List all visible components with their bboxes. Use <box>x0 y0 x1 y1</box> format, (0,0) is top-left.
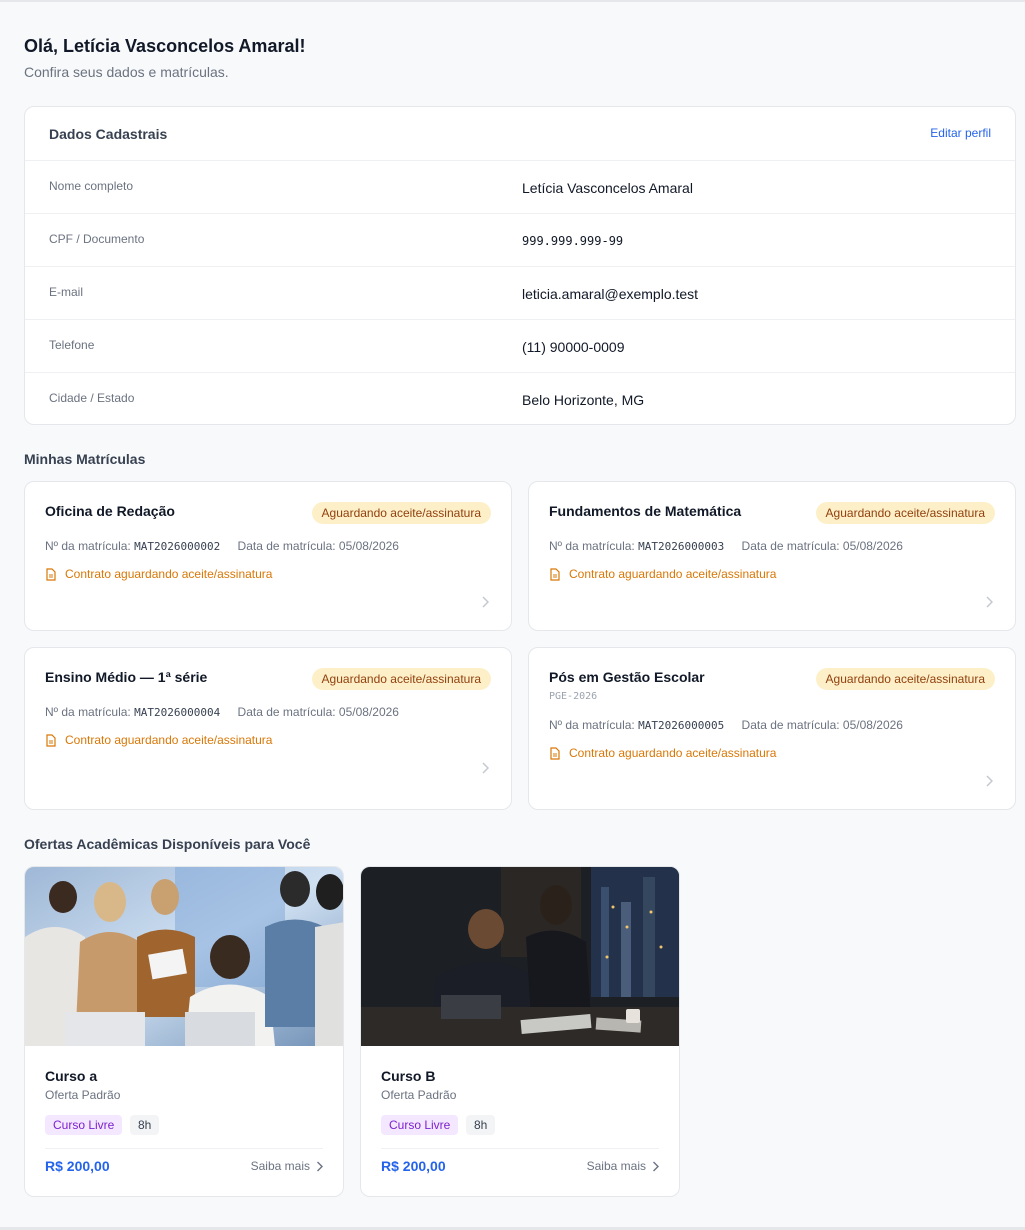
learn-more-label: Saiba mais <box>250 1159 310 1173</box>
field-row-full-name: Nome completo Letícia Vasconcelos Amaral <box>25 161 1015 214</box>
profile-card-header: Dados Cadastrais Editar perfil <box>25 107 1015 161</box>
field-label: E-mail <box>49 285 84 299</box>
field-row-phone: Telefone (11) 90000-0009 <box>25 320 1015 373</box>
enrollment-date: 05/08/2026 <box>842 539 903 553</box>
offer-hours: 8h <box>130 1115 160 1135</box>
offer-divider <box>381 1148 659 1149</box>
enrollment-meta: Nº da matrícula: MAT2026000003 Data de m… <box>549 539 903 553</box>
document-icon <box>46 733 56 747</box>
status-badge: Aguardando aceite/assinatura <box>815 668 995 690</box>
enrollment-date: 05/08/2026 <box>338 539 399 553</box>
profile-card-title: Dados Cadastrais <box>49 126 168 142</box>
enrollment-card[interactable]: Oficina de Redação Aguardando aceite/ass… <box>24 481 512 631</box>
enrollment-name: Oficina de Redação <box>45 503 175 519</box>
chevron-right-icon[interactable] <box>481 762 489 774</box>
field-value: Belo Horizonte, MG <box>522 392 645 408</box>
enrollment-number: MAT2026000005 <box>638 719 725 732</box>
status-badge: Aguardando aceite/assinatura <box>311 502 491 524</box>
field-label: Cidade / Estado <box>49 391 135 405</box>
learn-more-link[interactable]: Saiba mais <box>251 1159 323 1173</box>
enrollment-number-label: Nº da matrícula: <box>549 718 635 732</box>
enrollment-date-label: Data de matrícula: <box>741 539 840 553</box>
contract-status: Contrato aguardando aceite/assinatura <box>549 746 776 760</box>
enrollment-card[interactable]: Pós em Gestão Escolar PGE-2026 Aguardand… <box>528 647 1016 810</box>
enrollment-date: 05/08/2026 <box>842 718 903 732</box>
field-row-city-state: Cidade / Estado Belo Horizonte, MG <box>25 373 1015 426</box>
enrollment-card[interactable]: Fundamentos de Matemática Aguardando ace… <box>528 481 1016 631</box>
contract-status-text: Contrato aguardando aceite/assinatura <box>65 567 273 581</box>
offer-hours: 8h <box>466 1115 496 1135</box>
field-value: (11) 90000-0009 <box>522 339 625 355</box>
enrollment-card[interactable]: Ensino Médio — 1ª série Aguardando aceit… <box>24 647 512 810</box>
field-row-document: CPF / Documento 999.999.999-99 <box>25 214 1015 267</box>
offer-card[interactable]: Curso a Oferta Padrão Curso Livre 8h R$ … <box>24 866 344 1197</box>
enrollment-name: Fundamentos de Matemática <box>549 503 742 519</box>
contract-status-text: Contrato aguardando aceite/assinatura <box>569 567 777 581</box>
offer-type: Oferta Padrão <box>381 1088 457 1102</box>
field-value: leticia.amaral@exemplo.test <box>522 286 699 302</box>
document-icon <box>46 567 56 581</box>
chevron-right-icon[interactable] <box>985 596 993 608</box>
offers-section-title: Ofertas Acadêmicas Disponíveis para Você <box>24 836 311 852</box>
enrollments-section-title: Minhas Matrículas <box>24 451 146 467</box>
field-row-email: E-mail leticia.amaral@exemplo.test <box>25 267 1015 320</box>
enrollment-number: MAT2026000003 <box>638 540 725 553</box>
page-title: Olá, Letícia Vasconcelos Amaral! <box>24 36 306 56</box>
contract-status-text: Contrato aguardando aceite/assinatura <box>65 733 273 747</box>
profile-card: Dados Cadastrais Editar perfil Nome comp… <box>24 106 1016 425</box>
status-badge: Aguardando aceite/assinatura <box>311 668 491 690</box>
enrollment-number: MAT2026000004 <box>134 706 221 719</box>
offer-type: Oferta Padrão <box>45 1088 121 1102</box>
enrollment-date-label: Data de matrícula: <box>237 539 336 553</box>
enrollment-number: MAT2026000002 <box>134 540 221 553</box>
enrollment-number-label: Nº da matrícula: <box>45 705 131 719</box>
contract-status: Contrato aguardando aceite/assinatura <box>45 567 272 581</box>
offer-tag: Curso Livre <box>45 1115 123 1135</box>
enrollment-date-label: Data de matrícula: <box>741 718 840 732</box>
enrollment-meta: Nº da matrícula: MAT2026000004 Data de m… <box>45 705 399 719</box>
enrollment-meta: Nº da matrícula: MAT2026000005 Data de m… <box>549 718 903 732</box>
enrollment-date-label: Data de matrícula: <box>237 705 336 719</box>
enrollment-number-label: Nº da matrícula: <box>45 539 131 553</box>
document-icon <box>550 567 560 581</box>
learn-more-link[interactable]: Saiba mais <box>587 1159 659 1173</box>
enrollment-name: Ensino Médio — 1ª série <box>45 669 208 685</box>
contract-status-text: Contrato aguardando aceite/assinatura <box>569 746 777 760</box>
field-value: 999.999.999-99 <box>522 234 624 248</box>
field-label: CPF / Documento <box>49 232 145 246</box>
offer-card[interactable]: Curso B Oferta Padrão Curso Livre 8h R$ … <box>360 866 680 1197</box>
field-label: Telefone <box>49 338 95 352</box>
field-label: Nome completo <box>49 179 134 193</box>
offer-price: R$ 200,00 <box>381 1158 446 1174</box>
enrollment-number-label: Nº da matrícula: <box>549 539 635 553</box>
enrollment-code: PGE-2026 <box>549 691 598 702</box>
top-divider <box>0 0 1025 2</box>
enrollment-date: 05/08/2026 <box>338 705 399 719</box>
offer-image-office-photo <box>361 867 679 1046</box>
offer-image-team-photo <box>25 867 343 1046</box>
offer-tag: Curso Livre <box>381 1115 459 1135</box>
offer-price: R$ 200,00 <box>45 1158 110 1174</box>
chevron-right-icon[interactable] <box>985 775 993 787</box>
status-badge: Aguardando aceite/assinatura <box>815 502 995 524</box>
contract-status: Contrato aguardando aceite/assinatura <box>45 733 272 747</box>
enrollment-meta: Nº da matrícula: MAT2026000002 Data de m… <box>45 539 399 553</box>
chevron-right-icon <box>653 1161 659 1171</box>
offer-name: Curso a <box>45 1068 98 1084</box>
edit-profile-link[interactable]: Editar perfil <box>930 126 991 140</box>
page-subtitle: Confira seus dados e matrículas. <box>24 64 229 80</box>
learn-more-label: Saiba mais <box>586 1159 646 1173</box>
enrollment-name: Pós em Gestão Escolar <box>549 669 705 685</box>
chevron-right-icon <box>317 1161 323 1171</box>
chevron-right-icon[interactable] <box>481 596 489 608</box>
offer-divider <box>45 1148 323 1149</box>
field-value: Letícia Vasconcelos Amaral <box>522 180 693 196</box>
document-icon <box>550 746 560 760</box>
contract-status: Contrato aguardando aceite/assinatura <box>549 567 776 581</box>
offer-name: Curso B <box>381 1068 436 1084</box>
